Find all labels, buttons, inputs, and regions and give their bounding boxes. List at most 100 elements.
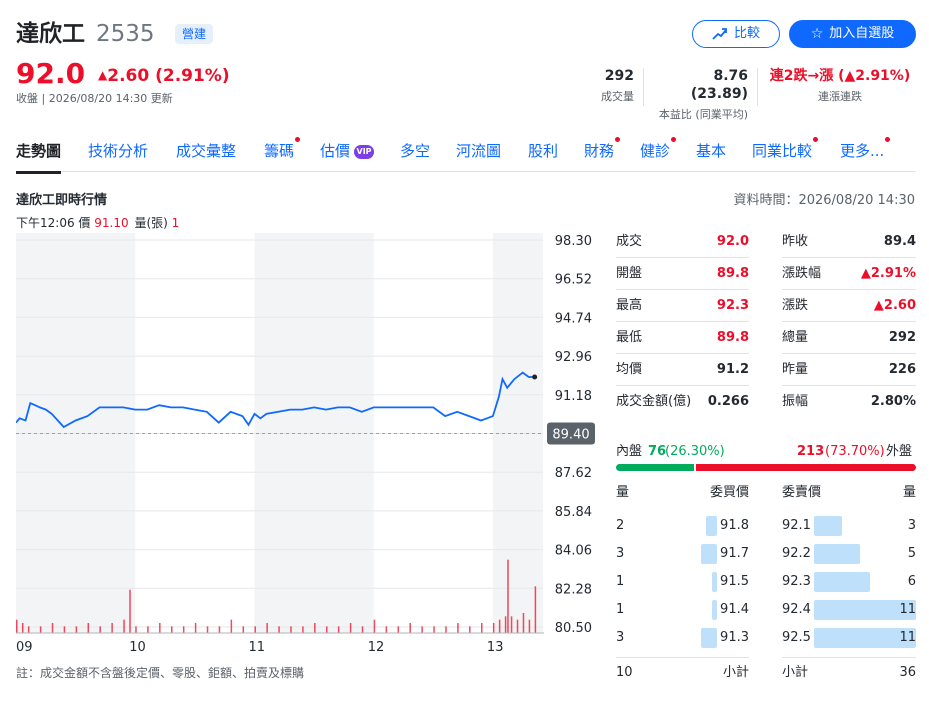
tab-technical[interactable]: 技術分析	[88, 141, 148, 161]
row-divider	[616, 289, 749, 290]
tab-trend[interactable]: 走勢圖	[16, 141, 62, 174]
stat-volume-value: 292	[604, 68, 634, 84]
volume-bar	[171, 626, 173, 633]
close-meta: 收盤 | 2026/08/20 14:30 更新	[16, 92, 173, 105]
up-triangle-icon: ▲	[98, 68, 108, 82]
stat-pe-label: 本益比 (同業平均)	[658, 108, 748, 121]
volume-bar	[99, 626, 101, 633]
y-tick-label: 98.30	[555, 234, 592, 249]
inner-value: 76	[648, 444, 667, 459]
tab-dividend[interactable]: 股利	[528, 141, 558, 161]
stat-volume-label: 成交量	[601, 90, 634, 103]
quote-value: 92.3	[716, 298, 749, 313]
volume-bar	[182, 626, 185, 633]
volume-bar	[135, 626, 137, 633]
quote-value: 0.266	[707, 394, 749, 409]
compare-button[interactable]: 比較	[692, 20, 780, 48]
x-tick-label: 13	[487, 640, 504, 655]
volume-bar	[349, 623, 352, 633]
volume-bar	[242, 626, 245, 633]
compare-label: 比較	[733, 26, 760, 41]
row-divider	[782, 353, 916, 354]
notification-dot	[885, 137, 891, 142]
bid-qty: 1	[616, 602, 625, 617]
price-change: ▲2.60 (2.91%)	[98, 64, 230, 87]
ask-price: 92.2	[782, 546, 811, 561]
row-divider	[616, 321, 749, 322]
volume-bar	[421, 626, 423, 633]
bid-price: 91.8	[720, 518, 749, 533]
tab-label: 估價	[320, 142, 351, 160]
volume-bar	[492, 623, 495, 633]
row-divider	[782, 385, 916, 386]
tab-basic[interactable]: 基本	[696, 141, 726, 161]
volume-bar	[16, 619, 18, 633]
tab-label: 技術分析	[88, 142, 149, 160]
row-divider	[782, 257, 916, 258]
ask-subtotal-label: 小計	[782, 665, 809, 680]
volume-bar	[123, 619, 125, 633]
row-divider	[616, 353, 749, 354]
tab-label: 健診	[640, 142, 671, 160]
bid-subtotal-label: 小計	[722, 665, 749, 680]
tab-diagnosis[interactable]: 健診	[640, 137, 677, 161]
y-tick-label: 96.52	[555, 273, 592, 288]
y-tick-label: 85.84	[555, 505, 592, 520]
tab-river[interactable]: 河流圖	[456, 141, 501, 161]
bid-qty: 1	[616, 574, 625, 589]
tab-chips[interactable]: 籌碼	[264, 137, 301, 161]
quote-value: ▲2.60	[873, 298, 916, 313]
add-watchlist-label: 加入自選股	[829, 26, 895, 41]
row-divider	[616, 257, 749, 258]
header-bid-price: 委買價	[709, 485, 749, 500]
volume-bar	[528, 619, 531, 633]
bid-qty: 3	[616, 630, 625, 645]
header-bid-qty: 量	[616, 485, 630, 500]
subtotal-divider	[616, 657, 749, 658]
x-tick-label: 11	[248, 640, 265, 655]
tab-financial[interactable]: 財務	[584, 137, 621, 161]
tab-peer-compare[interactable]: 同業比較	[752, 137, 819, 161]
ask-depth-bar	[814, 544, 861, 564]
volume-bar	[254, 626, 256, 633]
add-watchlist-button[interactable]: ☆ 加入自選股	[789, 20, 916, 48]
last-price-dot	[532, 374, 538, 380]
ask-price: 92.4	[782, 602, 811, 617]
stat-pe-value: 8.76 (23.89)	[690, 68, 748, 102]
tab-valuation[interactable]: 估價 VIP	[320, 141, 375, 161]
y-tick-label: 87.62	[555, 466, 592, 481]
notification-dot	[615, 137, 621, 142]
tab-trades[interactable]: 成交彙整	[176, 141, 236, 161]
volume-bar	[206, 626, 209, 633]
volume-bar	[326, 626, 328, 633]
volume-bar	[397, 626, 400, 633]
bid-price: 91.7	[720, 546, 749, 561]
volume-bar	[39, 626, 42, 633]
header-ask-qty: 量	[902, 485, 916, 500]
current-price: 92.0	[16, 57, 86, 90]
quote-value: 292	[888, 330, 916, 345]
volume-bar	[87, 623, 90, 633]
tab-label: 財務	[584, 142, 615, 160]
volume-bar	[302, 626, 304, 633]
quote-value: 89.4	[883, 234, 916, 249]
y-tick-label: 84.06	[555, 544, 592, 559]
row-divider	[616, 385, 749, 386]
volume-bar	[361, 626, 364, 633]
ask-price: 92.3	[782, 574, 811, 589]
quote-value: 89.8	[716, 330, 749, 345]
ask-qty: 11	[899, 630, 916, 645]
inner-pct: (26.30%)	[665, 444, 725, 459]
volume-bar	[21, 623, 24, 633]
quote-value: 226	[888, 362, 916, 377]
tab-more[interactable]: 更多...	[840, 137, 891, 161]
bid-qty: 2	[616, 518, 625, 533]
volume-bar	[230, 619, 233, 633]
volume-bar	[385, 626, 388, 633]
inner-label: 內盤	[616, 444, 643, 459]
sector-badge[interactable]: 營建	[175, 24, 214, 44]
intraday-chart[interactable]: 98.30 96.52 94.74 92.96 91.18 87.62 85.84 84.06…	[16, 233, 606, 658]
tab-label: 成交彙整	[176, 142, 237, 160]
stat-streak-label: 連漲連跌	[818, 90, 862, 103]
tab-bull-bear[interactable]: 多空	[400, 141, 430, 161]
